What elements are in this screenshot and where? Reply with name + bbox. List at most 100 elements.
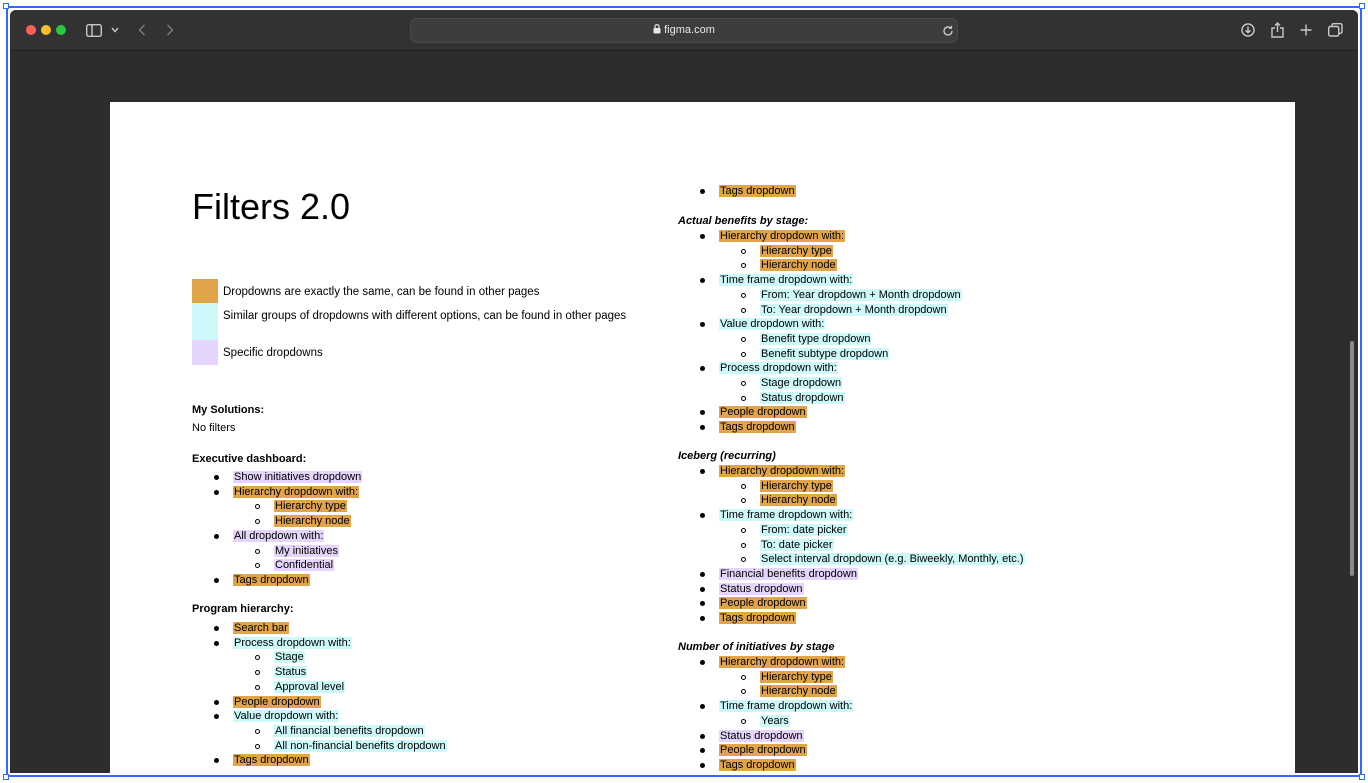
section-heading-my-solutions: My Solutions: <box>192 404 265 416</box>
legend-text-similar: Similar groups of dropdowns with differe… <box>223 310 627 322</box>
list-item-label: Hierarchy dropdown with: <box>719 656 846 668</box>
list-item-label: Process dropdown with: <box>719 362 838 375</box>
list-item: All non-financial benefits dropdown <box>274 739 447 753</box>
reload-icon[interactable] <box>941 23 955 39</box>
bullet-marker <box>700 278 705 284</box>
bullet-marker <box>214 626 219 631</box>
bullet-marker <box>700 425 705 431</box>
list-item: Time frame dropdown with: <box>719 509 854 522</box>
bullet-marker <box>700 469 705 474</box>
bullet-marker <box>700 586 705 592</box>
legend-swatch-specific <box>192 340 218 365</box>
sub-bullet-marker <box>255 684 260 690</box>
resize-handle-bottom-right[interactable] <box>1359 774 1365 780</box>
share-icon[interactable] <box>1269 22 1285 38</box>
list-item-label: People dropdown <box>719 744 807 757</box>
list-item-label: Show initiatives dropdown <box>233 471 363 483</box>
list-item: Stage dropdown <box>760 377 843 390</box>
downloads-icon[interactable] <box>1240 22 1256 38</box>
vertical-scrollbar[interactable] <box>1350 341 1354 576</box>
tab-overview-icon[interactable] <box>1327 22 1343 38</box>
bullet-marker <box>214 699 219 705</box>
sub-bullet-marker <box>741 381 746 386</box>
list-item: My initiatives <box>274 544 339 558</box>
list-item-label: Hierarchy dropdown with: <box>233 485 360 498</box>
list-item: Hierarchy type <box>760 479 833 493</box>
my-solutions-note: No filters <box>192 422 236 434</box>
list-item: Hierarchy node <box>760 259 837 272</box>
list-item-label: Hierarchy type <box>760 244 833 257</box>
list-item: Approval level <box>274 680 346 694</box>
browser-window: figma.com Filters 2.0 Dropdowns are exac… <box>10 10 1358 773</box>
list-item-label: Tags dropdown <box>719 421 796 434</box>
list-item-label: Benefit subtype dropdown <box>760 347 890 360</box>
list-item: Tags dropdown <box>719 612 796 625</box>
list-item: Tags dropdown <box>719 758 796 772</box>
page-title: Filters 2.0 <box>192 186 351 227</box>
list-item-label: Status dropdown <box>719 582 804 595</box>
sub-bullet-marker <box>255 548 260 554</box>
list-item: Status dropdown <box>719 729 804 743</box>
list-item-label: Hierarchy type <box>760 670 833 683</box>
list-item: Select interval dropdown (e.g. Biweekly,… <box>760 553 1025 566</box>
browser-toolbar: figma.com <box>10 10 1358 51</box>
list-item-label: All financial benefits dropdown <box>274 724 425 737</box>
list-item: Process dropdown with: <box>233 636 352 650</box>
minimize-window-button[interactable] <box>41 25 51 35</box>
sub-bullet-marker <box>255 519 260 525</box>
legend-text-specific: Specific dropdowns <box>223 347 323 359</box>
sub-bullet-marker <box>741 542 746 548</box>
address-bar[interactable]: figma.com <box>410 18 958 43</box>
list-item: Hierarchy node <box>760 494 837 507</box>
list-item: Hierarchy type <box>760 244 833 258</box>
resize-handle-bottom-left[interactable] <box>3 774 9 780</box>
bullet-marker <box>214 758 219 764</box>
bullet-marker <box>700 513 705 519</box>
list-item-label: Status dropdown <box>719 729 804 742</box>
canvas-area: Filters 2.0 Dropdowns are exactly the sa… <box>10 51 1358 773</box>
list-item-label: Value dropdown with: <box>719 318 826 331</box>
sidebar-toggle-icon[interactable] <box>86 22 102 38</box>
sub-bullet-marker <box>741 248 746 254</box>
list-item: Hierarchy type <box>760 670 833 684</box>
forward-icon[interactable] <box>164 22 176 38</box>
list-item: To: date picker <box>760 538 834 552</box>
list-item: Hierarchy node <box>760 685 837 698</box>
legend-swatch-same <box>192 279 218 303</box>
bullet-marker <box>214 640 219 646</box>
resize-handle-top-right[interactable] <box>1359 3 1365 9</box>
list-item-label: Hierarchy type <box>760 479 833 492</box>
list-item-label: Hierarchy node <box>760 685 837 698</box>
list-item: Status dropdown <box>719 582 804 596</box>
bullet-marker <box>700 234 705 239</box>
list-item-label: Time frame dropdown with: <box>719 509 854 522</box>
list-item: Value dropdown with: <box>233 710 340 723</box>
list-item: Tags dropdown <box>719 185 796 198</box>
bullet-marker <box>700 410 705 416</box>
back-icon[interactable] <box>136 22 148 38</box>
sub-bullet-marker <box>255 670 260 676</box>
list-item: Benefit type dropdown <box>760 332 872 346</box>
sub-bullet-marker <box>255 728 260 734</box>
list-item: Tags dropdown <box>719 421 796 434</box>
list-item-label: People dropdown <box>719 406 807 419</box>
list-item: Value dropdown with: <box>719 318 826 331</box>
close-window-button[interactable] <box>26 25 36 35</box>
list-item-label: Time frame dropdown with: <box>719 274 854 287</box>
chevron-down-icon[interactable] <box>110 22 120 38</box>
legend-text-same: Dropdowns are exactly the same, can be f… <box>223 286 540 298</box>
list-item-label: Hierarchy dropdown with: <box>719 465 846 477</box>
list-item: Hierarchy dropdown with: <box>719 465 846 478</box>
maximize-window-button[interactable] <box>56 25 66 35</box>
list-item-label: Tags dropdown <box>719 612 796 624</box>
list-item: From: date picker <box>760 523 848 537</box>
list-item: To: Year dropdown + Month dropdown <box>760 303 948 317</box>
list-item: Hierarchy node <box>274 515 351 528</box>
document-page: Filters 2.0 Dropdowns are exactly the sa… <box>110 102 1295 773</box>
list-item: People dropdown <box>719 406 807 419</box>
bullet-marker <box>700 366 705 372</box>
resize-handle-top-left[interactable] <box>3 3 9 9</box>
section-heading-executive-dashboard: Executive dashboard: <box>192 453 307 465</box>
new-tab-icon[interactable] <box>1298 22 1314 38</box>
sub-bullet-marker <box>741 718 746 724</box>
